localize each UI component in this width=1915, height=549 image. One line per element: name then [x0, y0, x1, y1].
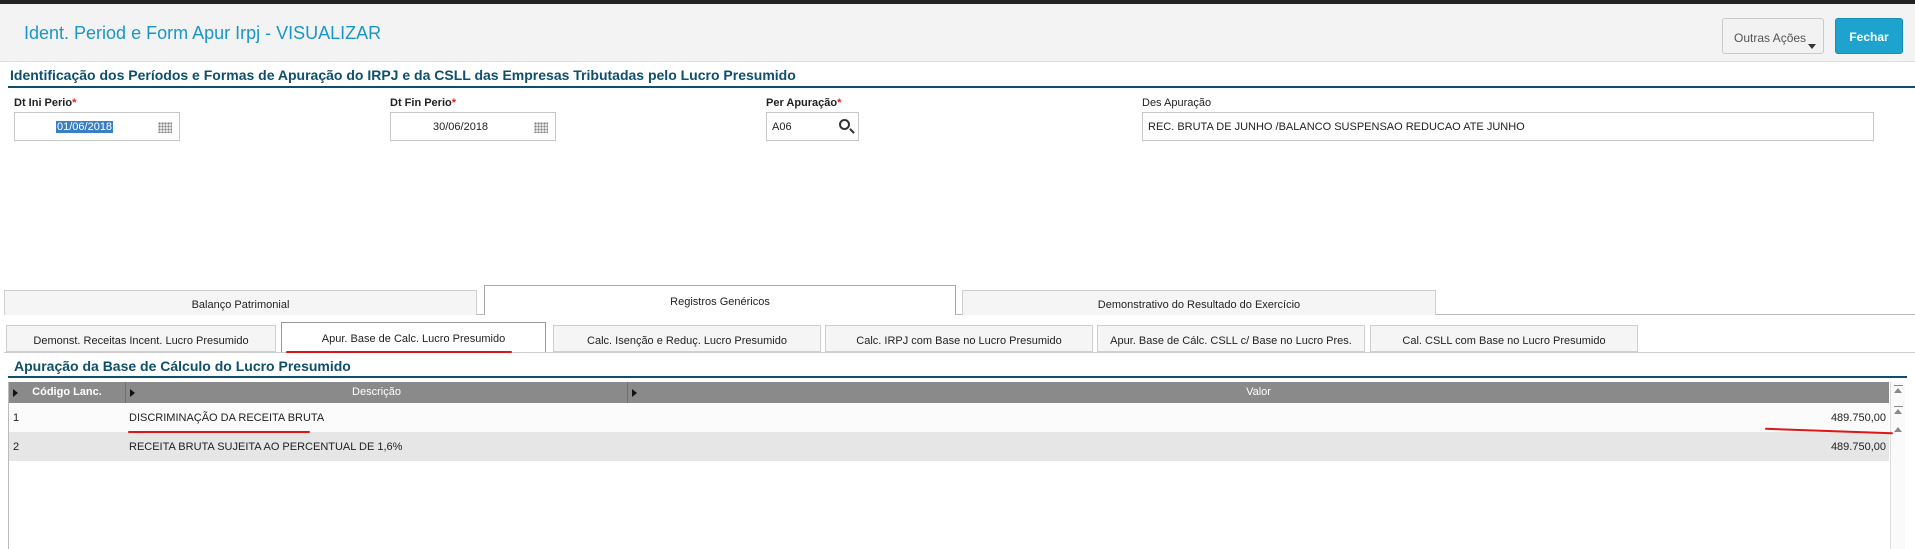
fechar-button[interactable]: Fechar [1835, 18, 1903, 54]
subtab-apur-base-csll[interactable]: Apur. Base de Cálc. CSLL c/ Base no Lucr… [1097, 325, 1365, 352]
dt-fin-value: 30/06/2018 [433, 121, 489, 133]
sort-arrow-icon [130, 389, 135, 397]
dt-fin-field[interactable]: 30/06/2018 [390, 112, 556, 141]
tab-registros-genericos[interactable]: Registros Genéricos [484, 285, 956, 315]
column-header-codigo[interactable]: Código Lanc. [9, 382, 126, 403]
subtab-calc-isencao[interactable]: Calc. Isenção e Reduç. Lucro Presumido [553, 325, 821, 352]
dt-fin-label: Dt Fin Perio* [390, 97, 457, 109]
scroll-up-icon[interactable] [1894, 427, 1902, 432]
cell-valor: 489.750,00 [1830, 441, 1886, 453]
dt-ini-label: Dt Ini Perio* [14, 97, 77, 109]
cell-descricao: DISCRIMINAÇÃO DA RECEITA BRUTA [129, 412, 325, 424]
scroll-page-up-bar-icon [1894, 406, 1903, 407]
des-apuracao-value: REC. BRUTA DE JUNHO /BALANCO SUSPENSAO R… [1148, 121, 1525, 133]
grid-header: Código Lanc. Descrição Valor [9, 382, 1889, 403]
cell-codigo: 1 [13, 412, 20, 424]
section-title: Identificação dos Períodos e Formas de A… [10, 67, 796, 83]
cell-descricao: RECEITA BRUTA SUJEITA AO PERCENTUAL DE 1… [129, 441, 403, 453]
des-apuracao-field[interactable]: REC. BRUTA DE JUNHO /BALANCO SUSPENSAO R… [1142, 112, 1874, 141]
table-row[interactable]: 1 DISCRIMINAÇÃO DA RECEITA BRUTA 489.750… [9, 403, 1889, 432]
des-apuracao-label: Des Apuração [1142, 97, 1212, 109]
column-header-valor[interactable]: Valor [628, 382, 1889, 403]
per-apuracao-field[interactable]: A06 [766, 112, 859, 141]
annotation-underline [128, 431, 310, 433]
outras-acoes-button[interactable]: Outras Ações [1722, 18, 1824, 54]
outras-acoes-label: Outras Ações [1734, 31, 1807, 45]
calendar-icon[interactable] [158, 122, 172, 133]
subtab-calc-irpj[interactable]: Calc. IRPJ com Base no Lucro Presumido [825, 325, 1093, 352]
caret-down-icon [1808, 44, 1816, 49]
per-apuracao-value: A06 [772, 121, 792, 133]
scroll-top-icon[interactable] [1894, 388, 1902, 393]
sort-arrow-icon [13, 389, 18, 397]
calendar-icon[interactable] [534, 122, 548, 133]
tab-balanco-patrimonial[interactable]: Balanço Patrimonial [4, 290, 477, 315]
dt-ini-value: 01/06/2018 [56, 121, 114, 133]
grid-title: Apuração da Base de Cálculo do Lucro Pre… [14, 358, 351, 374]
scroll-top-bar-icon [1894, 385, 1903, 386]
cell-codigo: 2 [13, 441, 20, 453]
subtab-cal-csll[interactable]: Cal. CSLL com Base no Lucro Presumido [1370, 325, 1638, 352]
dt-ini-field[interactable]: 01/06/2018 [14, 112, 180, 141]
grid-title-divider [8, 376, 1907, 378]
grid-scrollbar[interactable] [1890, 382, 1905, 549]
page-title: Ident. Period e Form Apur Irpj - VISUALI… [24, 23, 382, 43]
column-header-descricao[interactable]: Descrição [126, 382, 628, 403]
annotation-underline [286, 351, 512, 353]
sort-arrow-icon [632, 389, 637, 397]
search-icon[interactable] [839, 119, 850, 130]
cell-valor: 489.750,00 [1830, 412, 1886, 424]
per-apuracao-label: Per Apuração* [766, 97, 842, 109]
data-grid: Código Lanc. Descrição Valor 1 DISCRIMIN… [8, 382, 1889, 549]
scroll-page-up-icon[interactable] [1894, 409, 1902, 414]
subtab-demonst-receitas[interactable]: Demonst. Receitas Incent. Lucro Presumid… [6, 325, 276, 352]
subtab-apur-base-calc[interactable]: Apur. Base de Calc. Lucro Presumido [281, 322, 546, 353]
section-divider [8, 86, 1915, 88]
table-row[interactable]: 2 RECEITA BRUTA SUJEITA AO PERCENTUAL DE… [9, 432, 1889, 461]
tab-demonstrativo-resultado[interactable]: Demonstrativo do Resultado do Exercício [962, 290, 1436, 315]
page-header: Ident. Period e Form Apur Irpj - VISUALI… [0, 4, 1915, 62]
